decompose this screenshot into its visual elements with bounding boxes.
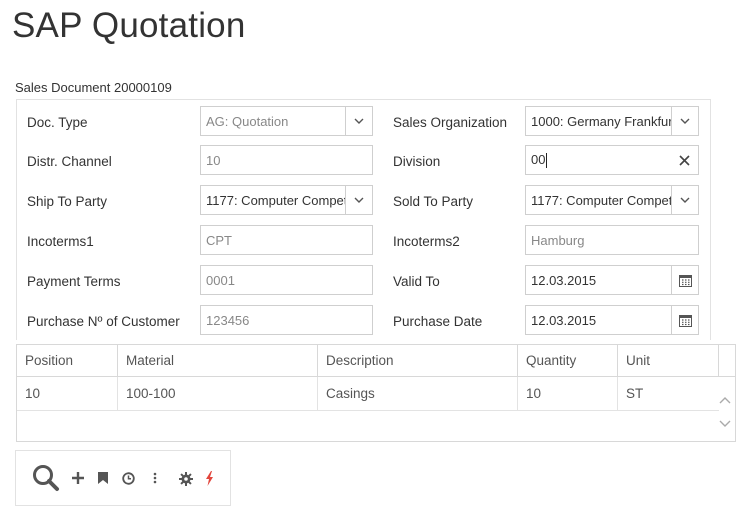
ship-to-label: Ship To Party: [27, 194, 108, 209]
ship-to-select[interactable]: 1177: Computer Compete: [200, 185, 373, 215]
incoterms2-label: Incoterms2: [393, 234, 460, 249]
scroll-up-icon[interactable]: [719, 391, 731, 404]
cell-position[interactable]: 10: [17, 377, 118, 410]
incoterms1-value: CPT: [206, 232, 232, 248]
payment-terms-value: 0001: [206, 272, 235, 288]
payment-terms-label: Payment Terms: [27, 274, 121, 289]
incoterms2-value: Hamburg: [531, 232, 585, 248]
add-icon[interactable]: [71, 471, 85, 485]
purchase-no-label: Purchase Nº of Customer: [27, 314, 180, 329]
action-toolbar: [15, 450, 231, 506]
incoterms1-input[interactable]: CPT: [200, 225, 373, 255]
sold-to-label: Sold To Party: [393, 194, 474, 209]
sales-org-label: Sales Organization: [393, 115, 508, 130]
valid-to-label: Valid To: [393, 274, 440, 289]
bookmark-icon[interactable]: [96, 471, 110, 485]
page-title: SAP Quotation: [12, 6, 246, 45]
doc-type-label: Doc. Type: [27, 115, 88, 130]
cell-description[interactable]: Casings: [318, 377, 518, 410]
chevron-down-icon[interactable]: [671, 107, 698, 135]
calendar-icon[interactable]: [671, 306, 698, 334]
cell-material[interactable]: 100-100: [118, 377, 318, 410]
flash-icon[interactable]: [203, 470, 215, 486]
sales-org-value: 1000: Germany Frankfurt: [531, 113, 671, 129]
division-value: 00: [531, 151, 546, 167]
valid-to-value: 12.03.2015: [531, 272, 597, 288]
cell-quantity[interactable]: 10: [518, 377, 618, 410]
clear-icon[interactable]: [671, 146, 698, 174]
doc-type-select[interactable]: AG: Quotation: [200, 106, 373, 136]
sold-to-value: 1177: Computer Compete: [531, 192, 671, 208]
division-label: Division: [393, 154, 441, 169]
column-header-description[interactable]: Description: [318, 345, 518, 376]
valid-to-datepicker[interactable]: 12.03.2015: [525, 265, 699, 295]
column-header-position[interactable]: Position: [17, 345, 118, 376]
table-header: Position Material Description Quantity U…: [17, 345, 735, 377]
gear-icon[interactable]: [178, 471, 193, 486]
scroll-down-icon[interactable]: [719, 415, 731, 427]
column-header-unit[interactable]: Unit: [618, 345, 719, 376]
doc-type-value: AG: Quotation: [206, 113, 289, 129]
quotation-form: Doc. Type AG: Quotation Sales Organizati…: [16, 99, 711, 340]
cell-unit[interactable]: ST: [618, 377, 719, 410]
incoterms2-input[interactable]: Hamburg: [525, 225, 699, 255]
sales-document-label: Sales Document 20000109: [15, 80, 172, 95]
purchase-no-input[interactable]: 123456: [200, 305, 373, 335]
payment-terms-input[interactable]: 0001: [200, 265, 373, 295]
column-header-quantity[interactable]: Quantity: [518, 345, 618, 376]
distr-channel-value: 10: [206, 152, 221, 168]
table-row[interactable]: 10 100-100 Casings 10 ST: [17, 377, 719, 411]
incoterms1-label: Incoterms1: [27, 234, 94, 249]
text-cursor: [546, 153, 548, 169]
distr-channel-label: Distr. Channel: [27, 154, 112, 169]
sold-to-select[interactable]: 1177: Computer Compete: [525, 185, 699, 215]
ship-to-value: 1177: Computer Compete: [206, 192, 345, 208]
items-table: Position Material Description Quantity U…: [16, 344, 736, 442]
purchase-date-label: Purchase Date: [393, 314, 483, 329]
distr-channel-input[interactable]: 10: [200, 145, 373, 175]
chevron-down-icon[interactable]: [671, 186, 698, 214]
purchase-no-value: 123456: [206, 312, 250, 328]
chevron-down-icon[interactable]: [345, 186, 372, 214]
purchase-date-value: 12.03.2015: [531, 312, 597, 328]
more-icon[interactable]: [151, 471, 159, 485]
purchase-date-datepicker[interactable]: 12.03.2015: [525, 305, 699, 335]
division-input[interactable]: 00: [525, 145, 699, 175]
calendar-icon[interactable]: [671, 266, 698, 294]
search-icon[interactable]: [31, 463, 61, 493]
sales-org-select[interactable]: 1000: Germany Frankfurt: [525, 106, 699, 136]
clock-icon[interactable]: [121, 471, 135, 485]
column-header-material[interactable]: Material: [118, 345, 318, 376]
chevron-down-icon[interactable]: [345, 107, 372, 135]
